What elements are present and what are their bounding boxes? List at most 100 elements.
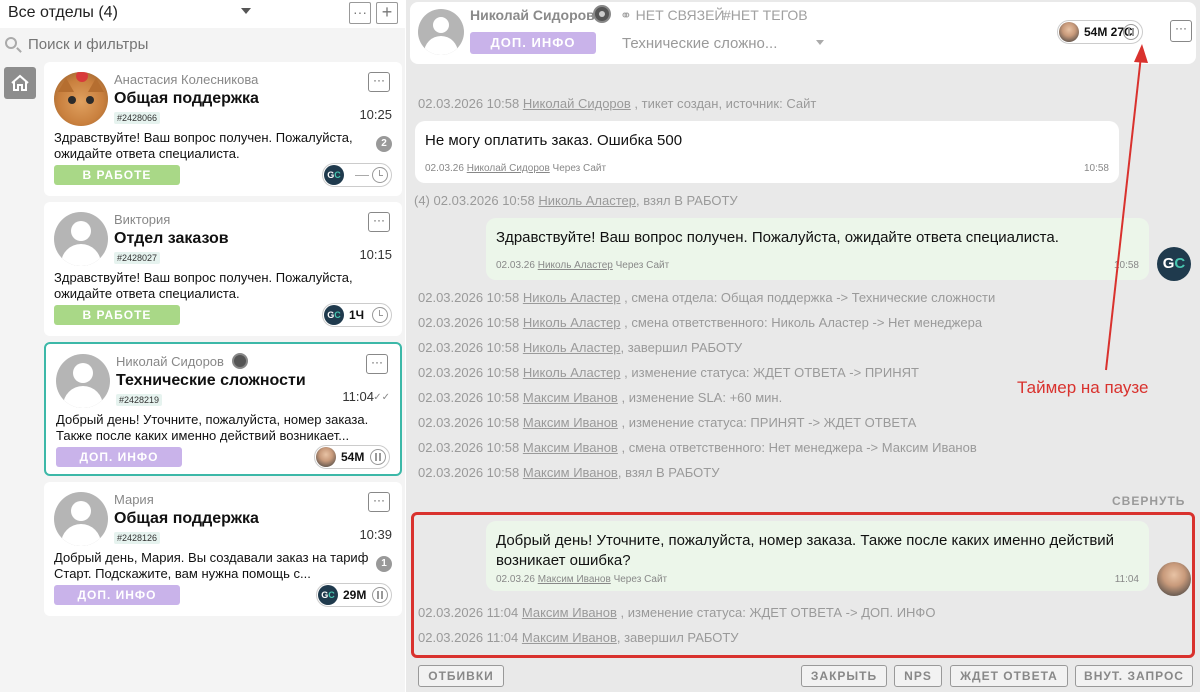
ticket-last-message: Добрый день, Мария. Вы создавали заказ н… [54, 550, 369, 581]
ticket-last-message: Здравствуйте! Ваш вопрос получен. Пожалу… [54, 270, 353, 301]
client-name[interactable]: Николай Сидоров [470, 7, 595, 23]
more-options-button[interactable]: ··· [1170, 20, 1192, 42]
ticket-department: Отдел заказов [114, 230, 229, 247]
ticket-department: Общая поддержка [114, 510, 259, 527]
agent-avatar [1059, 22, 1079, 42]
agent-avatar: GC [324, 165, 344, 185]
clock-icon [372, 167, 388, 183]
clock-icon [372, 307, 388, 323]
timer-value: 54М [341, 450, 365, 464]
message-meta: 02.03.26 Максим Иванов Через Сайт [496, 574, 668, 585]
event-user-link[interactable]: Николь Аластер [523, 365, 621, 380]
event-user-link[interactable]: Максим Иванов [523, 440, 618, 455]
timer-value: 29М [343, 588, 367, 602]
more-options-button[interactable]: ··· [349, 2, 371, 24]
pause-icon [1123, 24, 1139, 40]
awaiting-reply-button[interactable]: ЖДЕТ ОТВЕТА [950, 665, 1068, 687]
ticket-card[interactable]: Мария Общая поддержка #2428126 10:39 Доб… [44, 482, 402, 616]
ticket-time: 10:25 [359, 107, 392, 122]
event-user-link[interactable]: Максим Иванов [523, 390, 618, 405]
sla-timer[interactable]: 54М [314, 445, 390, 469]
close-ticket-button[interactable]: ЗАКРЫТЬ [801, 665, 887, 687]
tags-label[interactable]: #НЕТ ТЕГОВ [723, 7, 808, 23]
unread-badge: 2 [376, 136, 392, 152]
timer-value: 1Ч [349, 308, 365, 322]
event-line: 02.03.2026 10:58 Максим Иванов, взял В Р… [418, 465, 720, 480]
add-button[interactable]: + [376, 2, 398, 24]
gear-icon [232, 353, 248, 369]
gear-icon[interactable] [593, 5, 611, 23]
department-bar: Все отделы (4) ··· + [0, 0, 405, 28]
nps-button[interactable]: NPS [894, 665, 942, 687]
search-input[interactable] [28, 34, 388, 54]
author-link[interactable]: Николай Сидоров [467, 163, 550, 174]
event-user-link[interactable]: Максим Иванов [523, 415, 618, 430]
client-name: Мария [114, 492, 154, 507]
templates-button[interactable]: ОТБИВКИ [418, 665, 504, 687]
event-line: 02.03.2026 10:58 Николь Аластер, заверши… [418, 340, 743, 355]
event-user-link[interactable]: Максим Иванов [523, 465, 618, 480]
pause-icon [370, 449, 386, 465]
collapse-link[interactable]: СВЕРНУТЬ [1112, 494, 1185, 508]
department-selector[interactable]: Технические сложно... [622, 35, 777, 52]
home-button[interactable] [4, 67, 36, 99]
event-user-link[interactable]: Максим Иванов [522, 630, 617, 645]
ticket-card-active[interactable]: Николай Сидоров Технические сложности #2… [44, 342, 402, 476]
agent-avatar: GC [324, 305, 344, 325]
ticket-time: 11:04 [342, 389, 374, 404]
event-line: 02.03.2026 11:04 Максим Иванов , изменен… [418, 605, 936, 620]
agent-avatar: GC [1157, 247, 1191, 281]
message-meta: 02.03.26 Николай Сидоров Через Сайт [425, 163, 607, 174]
ticket-card[interactable]: Анастасия Колесникова Общая поддержка #2… [44, 62, 402, 196]
more-options-button[interactable]: ··· [368, 72, 390, 92]
event-user-link[interactable]: Максим Иванов [522, 605, 617, 620]
status-badge: В РАБОТЕ [54, 305, 180, 325]
chevron-down-icon[interactable] [241, 8, 251, 14]
status-badge: ДОП. ИНФО [54, 585, 180, 605]
annotation-arrow-icon [1105, 44, 1148, 371]
internal-request-button[interactable]: ВНУТ. ЗАПРОС [1075, 665, 1193, 687]
search-bar [0, 30, 405, 56]
event-user-link[interactable]: Николай Сидоров [523, 96, 631, 111]
event-line: 02.03.2026 10:58 Николай Сидоров , тикет… [418, 96, 817, 111]
client-name: Анастасия Колесникова [114, 72, 259, 87]
department-selector[interactable]: Все отделы (4) [8, 4, 118, 22]
event-line: 02.03.2026 10:58 Максим Иванов , изменен… [418, 390, 783, 405]
avatar [54, 72, 108, 126]
more-options-button[interactable]: ··· [368, 492, 390, 512]
event-line: 02.03.2026 10:58 Николь Аластер , измене… [418, 365, 919, 380]
sla-timer[interactable]: GC 1Ч [322, 303, 392, 327]
ticket-list-panel: Все отделы (4) ··· + Анастасия Колеснико… [0, 0, 405, 692]
chat-header: Николай Сидоров ⚭ НЕТ СВЯЗЕЙ #НЕТ ТЕГОВ … [410, 2, 1196, 64]
ticket-last-message: Здравствуйте! Ваш вопрос получен. Пожалу… [54, 130, 353, 161]
event-line: 02.03.2026 10:58 Николь Аластер , смена … [418, 315, 983, 330]
event-user-link[interactable]: Николь Аластер [538, 193, 636, 208]
message-time: 11:04 [1114, 574, 1139, 585]
ticket-time: 10:15 [359, 247, 392, 262]
sla-timer[interactable]: GC [322, 163, 392, 187]
event-line: 02.03.2026 10:58 Максим Иванов , смена о… [418, 440, 977, 455]
author-link[interactable]: Максим Иванов [538, 574, 611, 585]
ticket-id: #2428126 [114, 532, 161, 544]
annotation-text: Таймер на паузе [1017, 378, 1149, 397]
message-text: Здравствуйте! Ваш вопрос получен. Пожалу… [496, 229, 1059, 246]
author-link[interactable]: Николь Аластер [538, 260, 613, 271]
event-user-link[interactable]: Николь Аластер [523, 290, 621, 305]
status-badge: ДОП. ИНФО [56, 447, 182, 467]
event-user-link[interactable]: Николь Аластер [523, 315, 621, 330]
links-label[interactable]: ⚭ НЕТ СВЯЗЕЙ [620, 7, 724, 24]
avatar [54, 212, 108, 266]
event-user-link[interactable]: Николь Аластер [523, 340, 621, 355]
more-options-button[interactable]: ··· [368, 212, 390, 232]
status-selector[interactable]: ДОП. ИНФО [470, 32, 596, 54]
chevron-down-icon[interactable] [816, 40, 824, 45]
message-meta: 02.03.26 Николь Аластер Через Сайт [496, 260, 670, 271]
more-options-button[interactable]: ··· [366, 354, 388, 374]
agent-avatar: GC [318, 585, 338, 605]
links-text: НЕТ СВЯЗЕЙ [635, 7, 725, 23]
sla-timer[interactable]: GC 29М [316, 583, 392, 607]
ticket-card[interactable]: Виктория Отдел заказов #2428027 10:15 Зд… [44, 202, 402, 336]
search-icon [5, 37, 17, 49]
home-icon [11, 74, 29, 91]
event-line: 02.03.2026 11:04 Максим Иванов, завершил… [418, 630, 739, 645]
